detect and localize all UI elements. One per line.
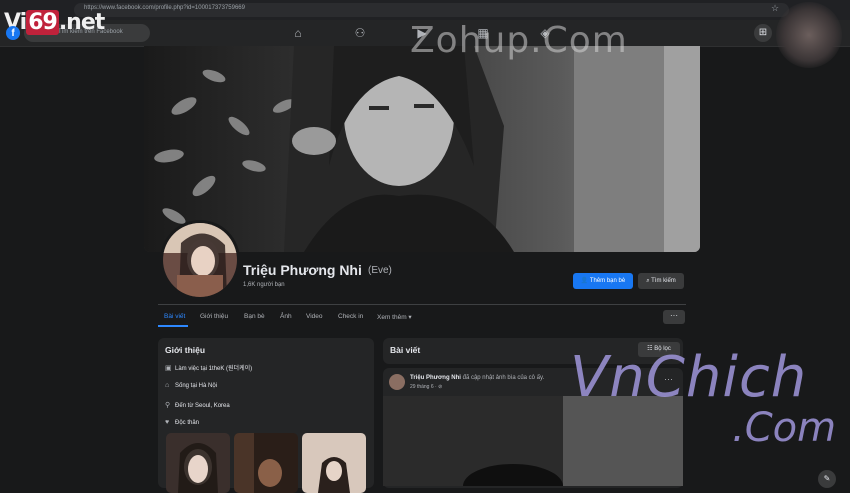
profile-search-label: Tìm kiếm bbox=[651, 278, 676, 284]
intro-title: Giới thiệu bbox=[165, 345, 206, 355]
header-divider bbox=[158, 304, 686, 305]
tab-videos[interactable]: Video bbox=[306, 313, 323, 320]
intro-photo[interactable] bbox=[234, 433, 298, 493]
watermark-logo-suffix: .net bbox=[58, 10, 105, 35]
tab-photos[interactable]: Ảnh bbox=[280, 313, 292, 320]
watermark-logo-number: 69 bbox=[26, 10, 59, 35]
profile-picture[interactable] bbox=[160, 220, 240, 300]
cover-photo[interactable] bbox=[144, 46, 700, 252]
intro-item-lives: ⌂ Sống tại Hà Nội bbox=[165, 382, 217, 389]
intro-item-from: ⚲ Đến từ Seoul, Korea bbox=[165, 401, 230, 409]
intro-photo-1-image bbox=[166, 433, 230, 493]
friends-icon[interactable]: ⚇ bbox=[352, 25, 368, 41]
post-header: Triệu Phương Nhi đã cập nhật ảnh bìa của… bbox=[410, 375, 544, 381]
work-icon: ▣ bbox=[165, 365, 172, 372]
intro-photo[interactable] bbox=[166, 433, 230, 493]
post-author-avatar[interactable] bbox=[389, 374, 405, 390]
add-friend-button[interactable]: 👤 Thêm bạn bè bbox=[573, 273, 633, 289]
tab-posts[interactable]: Bài viết bbox=[164, 313, 185, 320]
intro-item-work-text: Làm việc tại 1theK (원더케이) bbox=[175, 366, 253, 372]
profile-name: Triệu Phương Nhi bbox=[243, 262, 362, 278]
intro-item-relationship: ♥ Độc thân bbox=[165, 419, 199, 426]
watermark-bottom-line1: VnChich bbox=[570, 345, 808, 410]
watermark-bottom-line2: .Com bbox=[732, 405, 837, 451]
intro-item-from-text: Đến từ Seoul, Korea bbox=[175, 403, 230, 409]
posts-title: Bài viết bbox=[390, 345, 421, 355]
heart-icon: ♥ bbox=[165, 419, 170, 426]
intro-item-lives-text: Sống tại Hà Nội bbox=[175, 383, 218, 389]
tab-about[interactable]: Giới thiệu bbox=[200, 313, 228, 320]
post-author-name[interactable]: Triệu Phương Nhi bbox=[410, 375, 461, 381]
bookmark-star-icon[interactable]: ☆ bbox=[771, 3, 779, 14]
active-tab-indicator bbox=[158, 325, 188, 327]
more-options-button[interactable]: ··· bbox=[663, 310, 685, 324]
menu-grid-icon[interactable]: ⊞ bbox=[754, 24, 772, 42]
profile-search-button[interactable]: ⌕ Tìm kiếm bbox=[638, 273, 684, 289]
post-action-text: đã cập nhật ảnh bìa của cô ấy. bbox=[462, 375, 545, 381]
watermark-center: Zohup.Com bbox=[410, 20, 628, 61]
tab-check-in[interactable]: Check in bbox=[338, 313, 363, 320]
add-friend-label: Thêm bạn bè bbox=[589, 278, 626, 284]
intro-photo-2-image bbox=[234, 433, 298, 493]
search-icon: ⌕ bbox=[646, 278, 650, 284]
compose-edit-icon[interactable]: ✎ bbox=[818, 470, 836, 488]
tab-more[interactable]: Xem thêm ▾ bbox=[377, 313, 412, 321]
address-bar-url[interactable]: https://www.facebook.com/profile.php?id=… bbox=[84, 5, 245, 11]
account-avatar[interactable] bbox=[776, 2, 842, 68]
friends-count[interactable]: 1,6K người bạn bbox=[243, 282, 285, 288]
intro-photo-3-image bbox=[302, 433, 366, 493]
add-friend-icon: 👤 bbox=[580, 278, 589, 284]
cover-photo-image bbox=[144, 46, 700, 252]
tab-friends[interactable]: Bạn bè bbox=[244, 313, 265, 320]
profile-alt-name: (Eve) bbox=[368, 265, 392, 276]
location-icon: ⚲ bbox=[165, 402, 171, 409]
intro-item-work: ▣ Làm việc tại 1theK (원더케이) bbox=[165, 363, 252, 372]
facebook-logo-icon[interactable]: f bbox=[6, 26, 20, 40]
intro-item-relationship-text: Độc thân bbox=[175, 420, 200, 426]
post-timestamp[interactable]: 29 tháng 6 · ⊘ bbox=[410, 384, 442, 390]
profile-picture-image bbox=[163, 223, 237, 297]
intro-photo[interactable] bbox=[302, 433, 366, 493]
home-icon[interactable]: ⌂ bbox=[290, 25, 306, 41]
home-icon: ⌂ bbox=[165, 382, 170, 389]
